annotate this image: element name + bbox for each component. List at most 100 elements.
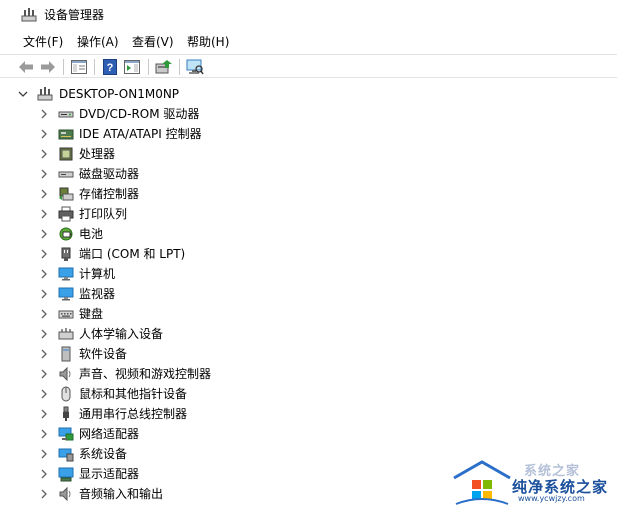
tree-category-item[interactable]: 存储控制器	[38, 184, 139, 204]
tree-category-item[interactable]: 计算机	[38, 264, 115, 284]
chevron-right-icon[interactable]	[38, 188, 50, 200]
tree-category-label: 显示适配器	[79, 467, 140, 481]
chevron-right-icon[interactable]	[38, 108, 50, 120]
tree-category-item[interactable]: 监视器	[38, 284, 115, 304]
chevron-right-icon[interactable]	[38, 368, 50, 380]
chevron-right-icon[interactable]	[38, 488, 50, 500]
display-adapter-icon	[58, 466, 74, 482]
hid-icon	[58, 326, 74, 342]
tree-category-item[interactable]: 磁盘驱动器	[38, 164, 139, 184]
menu-file[interactable]: 文件(F)	[21, 34, 65, 50]
chevron-right-icon[interactable]	[38, 468, 50, 480]
storage-controller-icon	[58, 186, 74, 202]
window-title: 设备管理器	[44, 8, 105, 22]
tree-category-label: 音频输入和输出	[79, 487, 164, 501]
tree-category-item[interactable]: 鼠标和其他指针设备	[38, 384, 187, 404]
chevron-right-icon[interactable]	[38, 388, 50, 400]
keyboard-icon	[58, 306, 74, 322]
toolbar-separator	[63, 59, 64, 75]
chevron-right-icon[interactable]	[38, 308, 50, 320]
usb-icon	[58, 406, 74, 422]
tree-category-item[interactable]: 通用串行总线控制器	[38, 404, 187, 424]
tree-category-item[interactable]: IDE ATA/ATAPI 控制器	[38, 124, 202, 144]
printer-icon	[58, 206, 74, 222]
scan-hardware-icon[interactable]	[186, 58, 204, 76]
watermark: 系统之家 纯净系统之家 www.ycwjzy.com	[452, 458, 617, 509]
chevron-right-icon[interactable]	[38, 408, 50, 420]
tree-category-label: 人体学输入设备	[79, 327, 164, 341]
tree-category-label: 电池	[79, 227, 104, 241]
tree-category-item[interactable]: 电池	[38, 224, 103, 244]
chevron-right-icon[interactable]	[38, 128, 50, 140]
chevron-right-icon[interactable]	[38, 228, 50, 240]
back-arrow-icon[interactable]	[17, 58, 35, 76]
disk-drive-icon	[58, 166, 74, 182]
port-icon	[58, 246, 74, 262]
tree-category-item[interactable]: 处理器	[38, 144, 115, 164]
tree-category-item[interactable]: 端口 (COM 和 LPT)	[38, 244, 185, 264]
chevron-right-icon[interactable]	[38, 288, 50, 300]
battery-icon	[58, 226, 74, 242]
chevron-right-icon[interactable]	[38, 248, 50, 260]
toolbar-separator	[179, 59, 180, 75]
tree-category-label: 鼠标和其他指针设备	[79, 387, 188, 401]
tree-category-label: 网络适配器	[79, 427, 140, 441]
tree-category-item[interactable]: 声音、视频和游戏控制器	[38, 364, 211, 384]
tree-category-item[interactable]: 打印队列	[38, 204, 127, 224]
software-device-icon	[58, 346, 74, 362]
toolbar-separator	[94, 59, 95, 75]
menu-view[interactable]: 查看(V)	[130, 34, 176, 50]
menu-bar: 文件(F) 操作(A) 查看(V) 帮助(H)	[0, 32, 617, 52]
tree-category-label: 存储控制器	[79, 187, 140, 201]
tree-category-label: 打印队列	[79, 207, 128, 221]
tree-category-item[interactable]: 人体学输入设备	[38, 324, 163, 344]
chevron-right-icon[interactable]	[38, 328, 50, 340]
toolbar: ?	[0, 54, 617, 78]
monitor-icon	[58, 286, 74, 302]
tree-category-label: 通用串行总线控制器	[79, 407, 188, 421]
tree-category-item[interactable]: 显示适配器	[38, 464, 139, 484]
tree-category-label: 磁盘驱动器	[79, 167, 140, 181]
device-manager-icon	[21, 7, 37, 23]
system-device-icon	[58, 446, 74, 462]
chevron-right-icon[interactable]	[38, 448, 50, 460]
show-hide-console-tree-icon[interactable]	[70, 58, 88, 76]
tree-category-label: 软件设备	[79, 347, 128, 361]
chevron-right-icon[interactable]	[38, 268, 50, 280]
menu-help[interactable]: 帮助(H)	[185, 34, 231, 50]
chevron-right-icon[interactable]	[38, 168, 50, 180]
update-driver-icon[interactable]	[155, 58, 173, 76]
help-icon[interactable]: ?	[101, 58, 119, 76]
chevron-right-icon[interactable]	[38, 428, 50, 440]
tree-category-label: 计算机	[79, 267, 116, 281]
tree-category-item[interactable]: 键盘	[38, 304, 103, 324]
tree-category-item[interactable]: 音频输入和输出	[38, 484, 163, 504]
tree-category-item[interactable]: DVD/CD-ROM 驱动器	[38, 104, 199, 124]
chevron-down-icon[interactable]	[17, 88, 29, 100]
menu-action[interactable]: 操作(A)	[75, 34, 121, 50]
ide-controller-icon	[58, 126, 74, 142]
tree-root[interactable]: DESKTOP-ON1M0NP	[17, 84, 179, 104]
forward-arrow-icon[interactable]	[39, 58, 57, 76]
audio-io-icon	[58, 486, 74, 502]
tree-category-label: 键盘	[79, 307, 104, 321]
network-adapter-icon	[58, 426, 74, 442]
tree-category-label: 声音、视频和游戏控制器	[79, 367, 212, 381]
action-pane-icon[interactable]	[123, 58, 141, 76]
tree-category-item[interactable]: 网络适配器	[38, 424, 139, 444]
tree-category-label: 系统设备	[79, 447, 128, 461]
tree-category-item[interactable]: 系统设备	[38, 444, 127, 464]
tree-category-item[interactable]: 软件设备	[38, 344, 127, 364]
toolbar-separator	[148, 59, 149, 75]
tree-category-label: 监视器	[79, 287, 116, 301]
chevron-right-icon[interactable]	[38, 148, 50, 160]
svg-text:?: ?	[107, 62, 114, 74]
speaker-icon	[58, 366, 74, 382]
mouse-icon	[58, 386, 74, 402]
chevron-right-icon[interactable]	[38, 348, 50, 360]
computer-icon	[37, 86, 53, 102]
watermark-url: www.ycwjzy.com	[518, 494, 585, 503]
title-bar: 设备管理器	[0, 0, 617, 30]
tree-category-label: 端口 (COM 和 LPT)	[79, 247, 186, 261]
chevron-right-icon[interactable]	[38, 208, 50, 220]
